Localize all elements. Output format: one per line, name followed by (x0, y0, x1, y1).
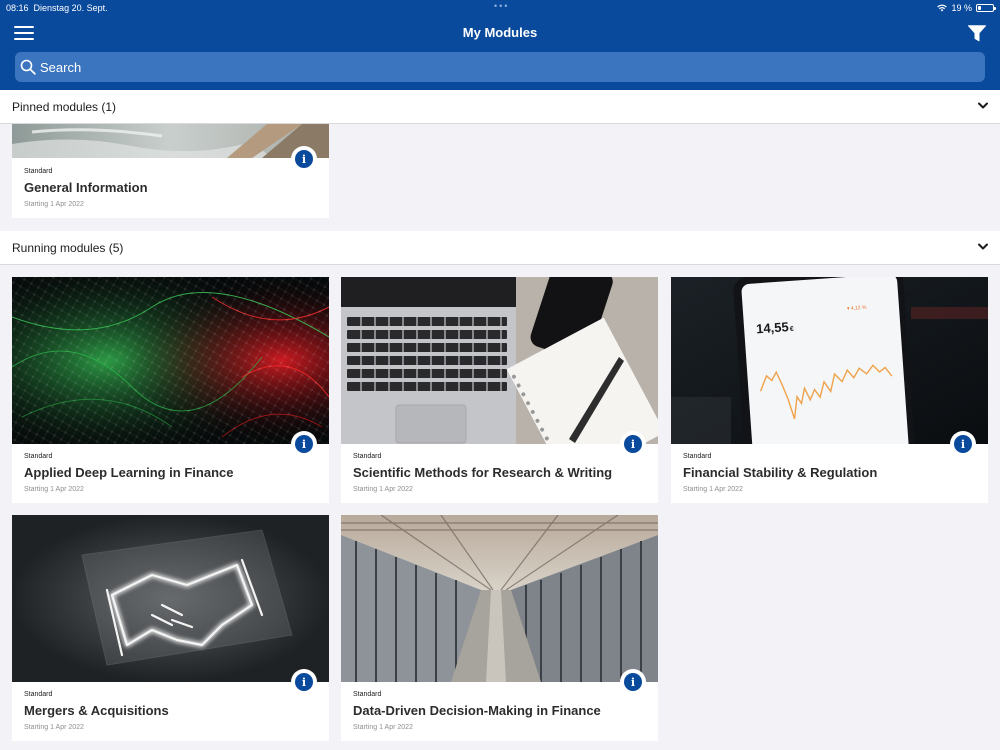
info-icon: i (624, 435, 642, 453)
search-input[interactable] (40, 59, 985, 75)
status-date: Dienstag 20. Sept. (33, 3, 108, 13)
module-card-scientific-methods[interactable]: i Standard Scientific Methods for Resear… (341, 277, 658, 503)
module-card-general-information[interactable]: i Standard General Information Starting … (12, 124, 329, 218)
module-info-button[interactable]: i (620, 431, 646, 457)
module-type: Standard (683, 453, 712, 460)
module-image (341, 277, 658, 444)
info-icon: i (954, 435, 972, 453)
module-start-date: Starting 1 Apr 2022 (24, 486, 84, 493)
module-type: Standard (24, 168, 53, 175)
filter-funnel-icon (968, 25, 986, 42)
module-image (341, 515, 658, 682)
module-image (12, 124, 329, 158)
stock-chart-phone-photo: 14,55€ ▾ 4,12 % (671, 277, 988, 444)
module-info-button[interactable]: i (291, 146, 317, 172)
module-title: Mergers & Acquisitions (24, 703, 169, 718)
module-title: Data-Driven Decision-Making in Finance (353, 703, 601, 718)
status-time: 08:16 (6, 3, 29, 13)
info-icon: i (624, 673, 642, 691)
battery-icon (976, 4, 996, 12)
server-room-photo (341, 515, 658, 682)
search-icon (20, 59, 36, 75)
module-title: Applied Deep Learning in Finance (24, 465, 234, 480)
page-title: My Modules (462, 25, 538, 40)
module-start-date: Starting 1 Apr 2022 (24, 724, 84, 731)
wifi-icon (937, 4, 948, 12)
module-start-date: Starting 1 Apr 2022 (683, 486, 743, 493)
module-image: 14,55€ ▾ 4,12 % (671, 277, 988, 444)
module-title: Scientific Methods for Research & Writin… (353, 465, 613, 480)
module-image (12, 277, 329, 444)
module-type: Standard (353, 691, 382, 698)
module-title: Financial Stability & Regulation (683, 465, 878, 480)
module-card-data-driven-decision-making[interactable]: i Standard Data-Driven Decision-Making i… (341, 515, 658, 741)
neon-handshake-photo (12, 515, 329, 682)
module-info-button[interactable]: i (620, 669, 646, 695)
filter-button[interactable] (968, 25, 986, 42)
multitasking-dots-icon[interactable]: ••• (494, 1, 509, 11)
info-icon: i (295, 673, 313, 691)
module-type: Standard (353, 453, 382, 460)
pinned-modules-header[interactable]: Pinned modules (1) (0, 90, 1000, 124)
module-card-applied-deep-learning[interactable]: i Standard Applied Deep Learning in Fina… (12, 277, 329, 503)
module-type: Standard (24, 453, 53, 460)
app-header: 08:16 Dienstag 20. Sept. ••• 19 % My Mod… (0, 0, 1000, 90)
module-info-button[interactable]: i (291, 431, 317, 457)
neural-network-abstract-photo (12, 277, 329, 444)
search-bar[interactable] (15, 52, 985, 82)
status-bar: 08:16 Dienstag 20. Sept. ••• 19 % (0, 0, 1000, 16)
running-modules-header[interactable]: Running modules (5) (0, 231, 1000, 265)
chevron-down-icon (978, 243, 988, 250)
chevron-down-icon (978, 102, 988, 109)
running-modules-label: Running modules (5) (12, 241, 124, 255)
info-icon: i (295, 435, 313, 453)
module-type: Standard (24, 691, 53, 698)
info-icon: i (295, 150, 313, 168)
module-card-financial-stability[interactable]: 14,55€ ▾ 4,12 % i Standard Financial Sta… (671, 277, 988, 503)
module-start-date: Starting 1 Apr 2022 (353, 486, 413, 493)
module-start-date: Starting 1 Apr 2022 (353, 724, 413, 731)
water-fountain-photo (12, 124, 329, 158)
module-start-date: Starting 1 Apr 2022 (24, 201, 84, 208)
battery-percentage: 19 % (951, 3, 972, 13)
module-image (12, 515, 329, 682)
module-info-button[interactable]: i (291, 669, 317, 695)
module-title: General Information (24, 180, 148, 195)
pinned-modules-label: Pinned modules (1) (12, 100, 117, 114)
module-info-button[interactable]: i (950, 431, 976, 457)
laptop-notebook-desk-photo (341, 277, 658, 444)
module-card-mergers-acquisitions[interactable]: i Standard Mergers & Acquisitions Starti… (12, 515, 329, 741)
